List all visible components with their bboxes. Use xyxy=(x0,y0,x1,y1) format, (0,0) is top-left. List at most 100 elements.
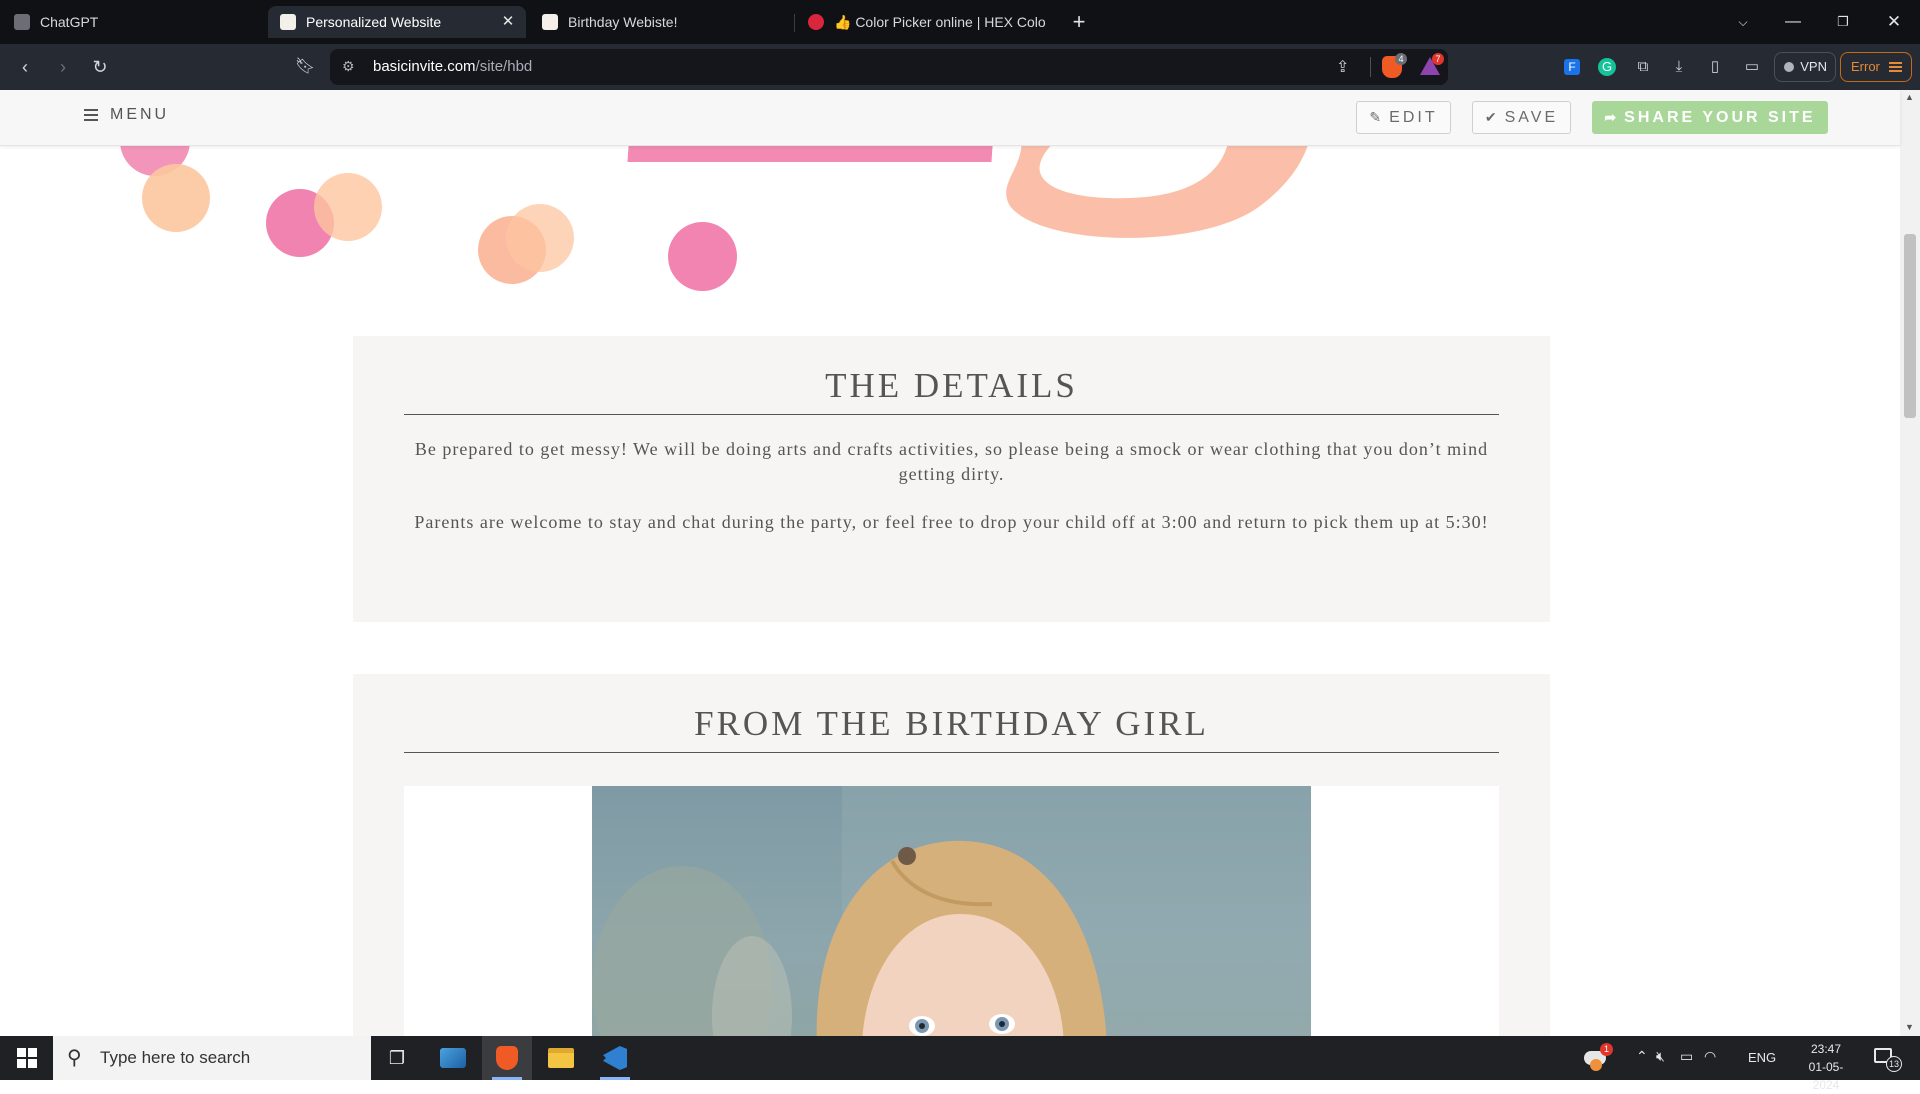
save-label: SAVE xyxy=(1504,109,1559,126)
tab-separator xyxy=(794,14,795,32)
volume-muted-icon[interactable]: 🔇︎ xyxy=(1656,1048,1665,1065)
tab-title: 👍 Color Picker online | HEX Color Pi xyxy=(834,13,1046,30)
tab-search-chevron-icon[interactable]: ⌵ xyxy=(1728,8,1758,36)
new-tab-icon[interactable]: + xyxy=(1064,8,1094,36)
language-indicator[interactable]: ENG xyxy=(1748,1050,1776,1065)
vertical-scrollbar[interactable]: ▲ ▼ xyxy=(1900,90,1920,1036)
menu-icon xyxy=(1889,62,1902,72)
restore-icon[interactable]: ❐ xyxy=(1828,8,1858,36)
error-menu-button[interactable]: Error xyxy=(1840,52,1912,82)
scroll-up-arrow-icon[interactable]: ▲ xyxy=(1905,92,1914,102)
birthday-girl-photo xyxy=(592,786,1311,1036)
title-divider xyxy=(404,752,1499,753)
battery-icon[interactable]: ▭ xyxy=(1680,1048,1693,1065)
show-hidden-icons-chevron[interactable]: ⌃ xyxy=(1636,1048,1648,1065)
clock-date: 01-05-2024 xyxy=(1808,1060,1844,1092)
url-path: /site/hbd xyxy=(475,58,533,75)
brave-browser-icon[interactable] xyxy=(482,1036,532,1080)
clock-time: 23:47 xyxy=(1810,1042,1842,1056)
task-view-icon[interactable]: ❐ xyxy=(372,1036,422,1080)
scrollbar-thumb[interactable] xyxy=(1904,234,1916,418)
title-divider xyxy=(404,414,1499,415)
grammarly-icon[interactable]: G xyxy=(1598,58,1616,76)
checkmark-icon: ✔ xyxy=(1484,109,1497,125)
tab-chatgpt[interactable]: ChatGPT xyxy=(2,6,264,38)
basicinvite-icon xyxy=(542,14,558,30)
details-card: THE DETAILS Be prepared to get messy! We… xyxy=(353,336,1550,622)
color-picker-icon xyxy=(808,14,824,30)
details-paragraph: Parents are welcome to stay and chat dur… xyxy=(414,512,1489,532)
extensions-puzzle-icon[interactable]: ⧉ xyxy=(1632,56,1654,78)
file-explorer-icon[interactable] xyxy=(536,1036,586,1080)
scroll-down-arrow-icon[interactable]: ▼ xyxy=(1905,1022,1914,1032)
vscode-icon[interactable] xyxy=(590,1036,640,1080)
close-window-icon[interactable]: ✕ xyxy=(1879,8,1909,36)
menu-label: MENU xyxy=(110,106,170,123)
rewards-badge: 7 xyxy=(1432,53,1444,65)
pencil-icon: ✎ xyxy=(1369,109,1382,125)
tab-color-picker[interactable]: 👍 Color Picker online | HEX Color Pi xyxy=(796,6,1050,38)
page-content: MENU ✎ EDIT ✔ SAVE ➦ SHARE YOUR SITE THE… xyxy=(0,90,1920,1036)
vpn-button[interactable]: VPN xyxy=(1774,52,1836,82)
url-host: basicinvite.com xyxy=(373,58,476,75)
search-icon: ⚲ xyxy=(67,1047,82,1069)
share-page-icon[interactable]: ⇪ xyxy=(1336,57,1349,77)
windows-start-icon[interactable] xyxy=(2,1036,52,1080)
edit-label: EDIT xyxy=(1389,109,1438,126)
tab-birthday-website[interactable]: Birthday Webiste! xyxy=(530,6,792,38)
chatgpt-icon xyxy=(14,14,30,30)
birthday-girl-title: FROM THE BIRTHDAY GIRL xyxy=(694,704,1209,743)
details-title: THE DETAILS xyxy=(825,366,1078,405)
wallet-icon[interactable]: ▭ xyxy=(1741,56,1763,78)
save-button[interactable]: ✔ SAVE xyxy=(1472,101,1571,134)
tab-title: Personalized Website xyxy=(306,14,442,30)
bookmark-icon[interactable]: 🔖︎ xyxy=(292,54,318,80)
share-arrow-icon: ➦ xyxy=(1604,109,1617,125)
error-label: Error xyxy=(1851,59,1880,74)
details-paragraph: Be prepared to get messy! We will be doi… xyxy=(414,439,1489,484)
search-placeholder: Type here to search xyxy=(100,1048,251,1067)
share-label: SHARE YOUR SITE xyxy=(1624,109,1816,126)
confetti-dot xyxy=(506,204,574,272)
taskbar-search-box[interactable]: ⚲ Type here to search xyxy=(53,1036,371,1080)
downloads-icon[interactable]: ⤓ xyxy=(1668,56,1690,78)
extension-translate-icon[interactable]: F xyxy=(1564,59,1580,75)
tab-personalized-website[interactable]: Personalized Website ✕ xyxy=(268,6,526,38)
wifi-icon[interactable]: ◠ xyxy=(1704,1048,1716,1065)
url-text[interactable]: basicinvite.com/site/hbd xyxy=(373,58,532,75)
address-bar[interactable]: ⚙ basicinvite.com/site/hbd ⇪ 4 7 xyxy=(330,49,1448,85)
weather-icon[interactable]: 1 xyxy=(1584,1043,1613,1071)
shields-badge: 4 xyxy=(1395,53,1407,65)
site-settings-icon[interactable]: ⚙ xyxy=(342,58,355,75)
confetti-dot xyxy=(314,173,382,241)
tab-title: ChatGPT xyxy=(40,14,99,30)
menu-button[interactable]: MENU xyxy=(84,106,169,124)
vpn-label: VPN xyxy=(1800,59,1827,74)
photo-illustration xyxy=(592,786,1311,1036)
birthday-girl-card: FROM THE BIRTHDAY GIRL xyxy=(353,674,1550,1036)
hamburger-icon xyxy=(84,109,98,121)
site-header: MENU ✎ EDIT ✔ SAVE ➦ SHARE YOUR SITE xyxy=(0,90,1900,146)
share-your-site-button[interactable]: ➦ SHARE YOUR SITE xyxy=(1592,101,1828,134)
minimize-icon[interactable]: — xyxy=(1778,8,1808,36)
browser-toolbar: ‹ › ↻ 🔖︎ ⚙ basicinvite.com/site/hbd ⇪ 4 … xyxy=(0,44,1920,90)
vpn-status-icon xyxy=(1784,62,1794,72)
windows-taskbar: ⚲ Type here to search ❐ 1 ⌃ 🔇︎ ▭ ◠ ENG 2… xyxy=(0,1036,1920,1092)
divider xyxy=(1370,57,1371,77)
edit-button[interactable]: ✎ EDIT xyxy=(1356,101,1451,134)
clock[interactable]: 23:47 01-05-2024 xyxy=(1796,1040,1856,1094)
browser-tab-bar: ChatGPT Personalized Website ✕ Birthday … xyxy=(0,0,1920,44)
basicinvite-icon xyxy=(280,14,296,30)
reload-icon[interactable]: ↻ xyxy=(87,54,113,80)
app-icon-generic[interactable] xyxy=(428,1036,478,1080)
hero-decoration xyxy=(0,106,1900,366)
weather-badge: 1 xyxy=(1600,1043,1613,1056)
sidebar-toggle-icon[interactable]: ▯ xyxy=(1704,56,1726,78)
notifications-icon[interactable]: 13 xyxy=(1872,1046,1902,1072)
back-icon[interactable]: ‹ xyxy=(12,54,38,80)
forward-icon[interactable]: › xyxy=(50,54,76,80)
tab-title: Birthday Webiste! xyxy=(568,14,678,30)
notification-count: 13 xyxy=(1886,1056,1902,1072)
photo-frame xyxy=(404,786,1499,1036)
close-tab-icon[interactable]: ✕ xyxy=(498,12,518,32)
